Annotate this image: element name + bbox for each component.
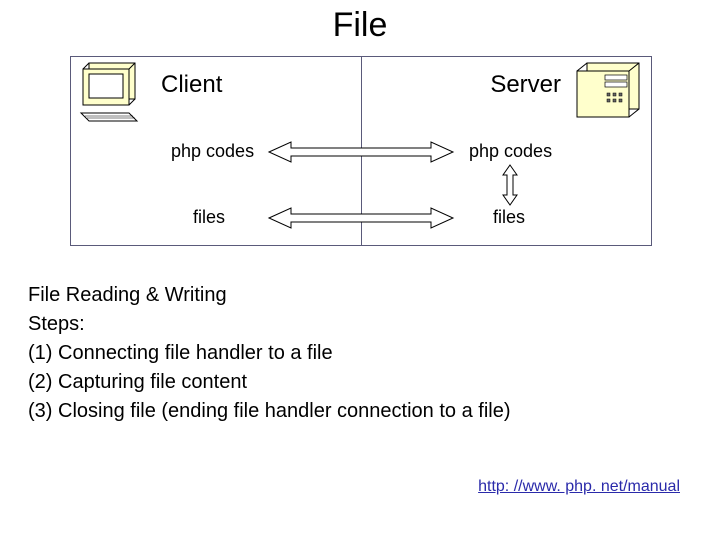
body-line-5: (3) Closing file (ending file handler co… — [28, 398, 688, 425]
manual-link[interactable]: http: //www. php. net/manual — [478, 478, 680, 496]
computer-icon — [79, 61, 149, 127]
body-line-1: File Reading & Writing — [28, 282, 688, 309]
server-files-label: files — [493, 207, 525, 228]
body-line-2: Steps: — [28, 311, 688, 338]
double-arrow-vertical-icon — [501, 165, 519, 205]
body-line-4: (2) Capturing file content — [28, 369, 688, 396]
client-files-label: files — [193, 207, 225, 228]
page-title: File — [0, 6, 720, 45]
client-label: Client — [161, 71, 222, 99]
slide: File Client — [0, 0, 720, 540]
double-arrow-horizontal-icon — [269, 205, 453, 231]
client-php-label: php codes — [171, 141, 254, 162]
double-arrow-horizontal-icon — [269, 139, 453, 165]
server-icon — [577, 63, 645, 121]
server-php-label: php codes — [469, 141, 552, 162]
diagram-container: Client Server php codes php codes — [70, 56, 652, 246]
body-line-3: (1) Connecting file handler to a file — [28, 340, 688, 367]
server-label: Server — [490, 71, 561, 99]
body-text: File Reading & Writing Steps: (1) Connec… — [28, 280, 688, 427]
